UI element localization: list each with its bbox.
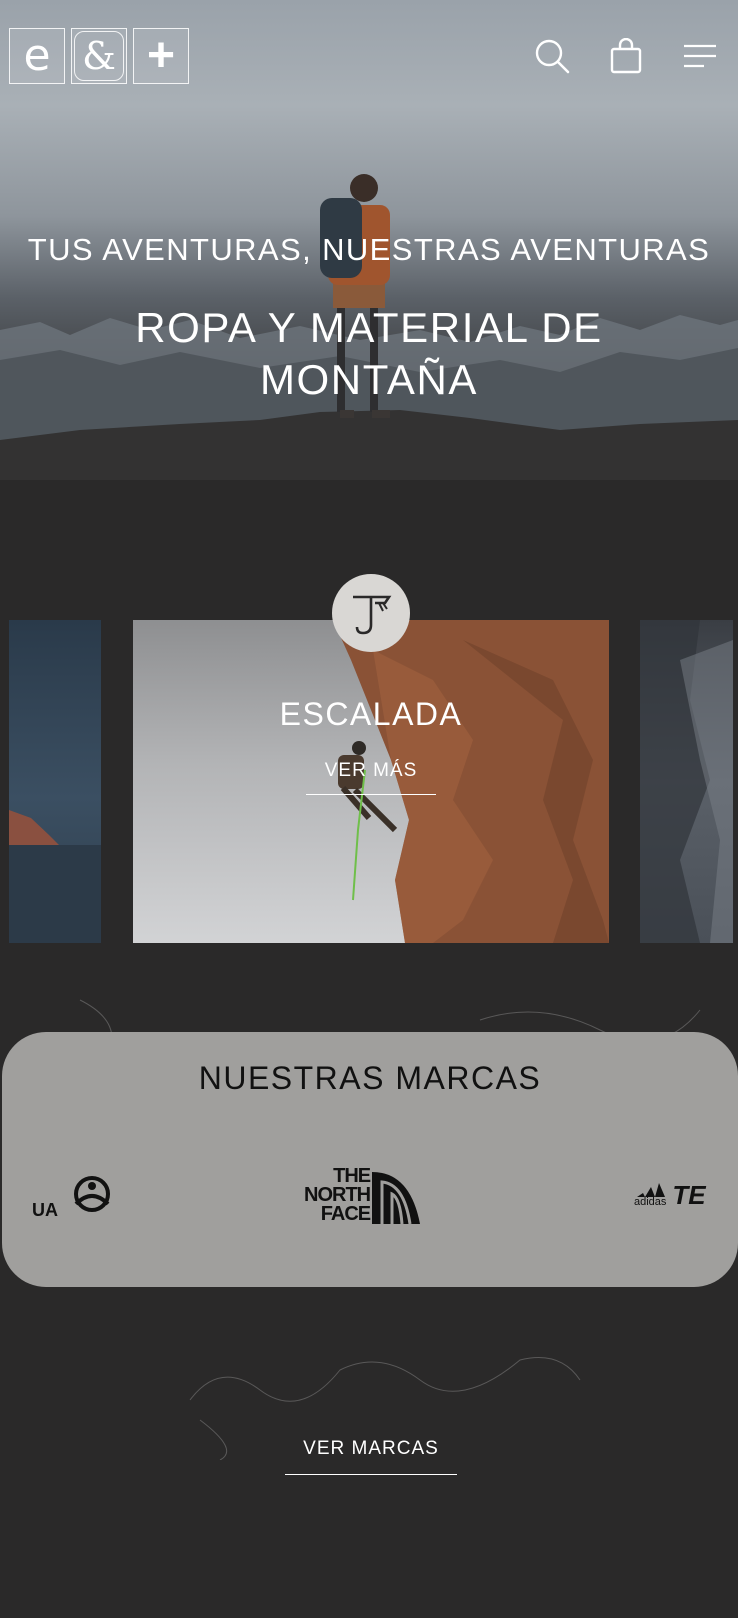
hero-tagline: TUS AVENTURAS, NUESTRAS AVENTURAS <box>27 232 711 267</box>
ver-marcas-link[interactable]: VER MARCAS <box>285 1438 457 1475</box>
logo-letter-e: e <box>23 30 51 81</box>
logo-ampersand: & <box>82 34 116 78</box>
brand-logo[interactable]: e & + <box>9 28 189 84</box>
tnf-line2: NORTH <box>304 1183 371 1206</box>
adidas-text: adidas <box>634 1196 667 1208</box>
logo-ampersand-box: & <box>71 28 127 84</box>
adidas-stripes-icon <box>637 1183 666 1197</box>
search-icon[interactable] <box>534 38 570 74</box>
ua-brand-logo[interactable]: UA <box>32 1174 114 1225</box>
logo-plus: + <box>146 29 176 82</box>
logo-plus-box: + <box>133 28 189 84</box>
ver-mas-link[interactable]: VER MÁS <box>306 760 436 795</box>
category-card-prev[interactable] <box>9 620 101 943</box>
tnf-line3: FACE <box>320 1202 371 1225</box>
adidas-terrex-logo[interactable]: adidas TE <box>634 1182 706 1208</box>
terrex-text: TE <box>672 1180 706 1210</box>
logo-e-box: e <box>9 28 65 84</box>
hero-headline: ROPA Y MATERIAL DE MONTAÑA <box>0 302 738 406</box>
brands-panel: NUESTRAS MARCAS UA THE NORTH FACE adidas… <box>2 1032 738 1287</box>
shopping-bag-icon[interactable] <box>608 38 644 74</box>
category-card-next[interactable] <box>640 620 733 943</box>
header-actions <box>534 38 718 74</box>
tnf-halfdome-icon <box>372 1172 421 1225</box>
category-title: ESCALADA <box>279 696 463 732</box>
ice-axe-icon <box>332 574 410 652</box>
ua-text: UA <box>32 1200 58 1220</box>
menu-icon[interactable] <box>682 38 718 74</box>
hero-headline-line1: ROPA Y MATERIAL DE <box>135 304 603 351</box>
hero-banner: e & + TUS AVENTURAS, NUESTRAS AVENTURAS … <box>0 0 738 480</box>
tnf-line1: THE <box>333 1164 371 1187</box>
hero-headline-line2: MONTAÑA <box>259 356 479 403</box>
brands-title: NUESTRAS MARCAS <box>198 1060 542 1096</box>
the-north-face-logo[interactable]: THE NORTH FACE <box>304 1164 422 1226</box>
